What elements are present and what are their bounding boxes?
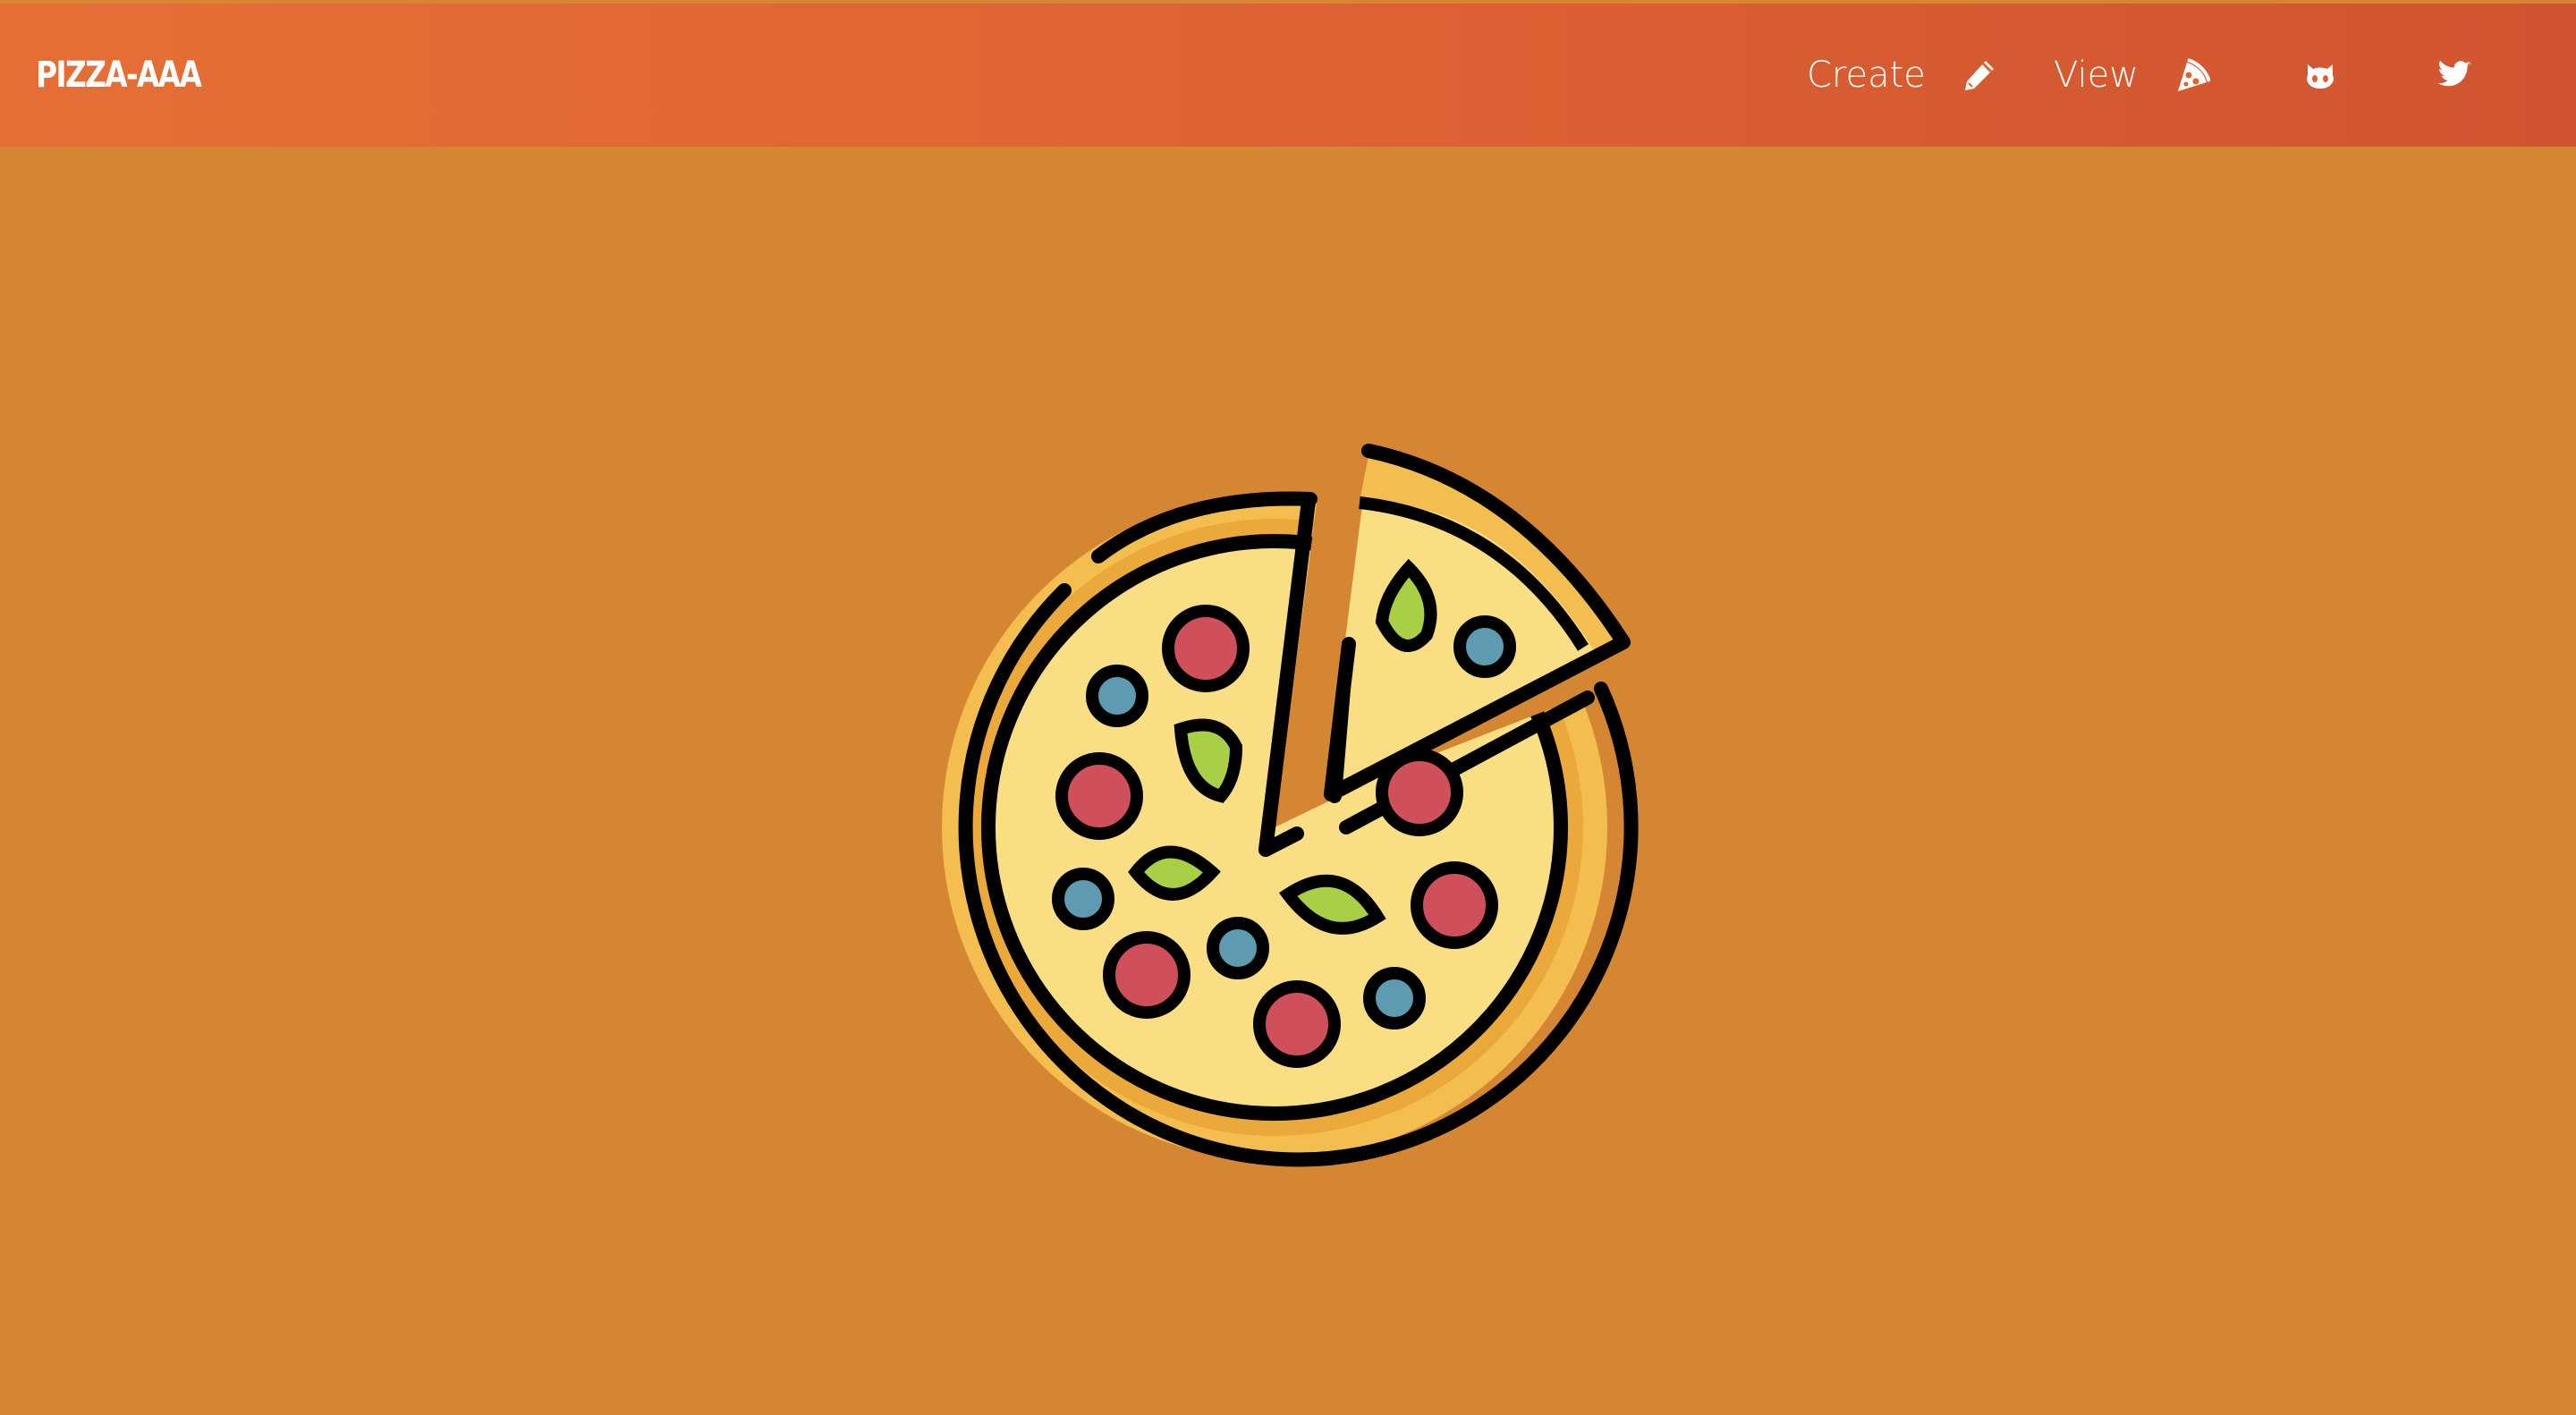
twitter-link[interactable]: [2436, 4, 2472, 147]
twitter-icon: [2436, 57, 2472, 93]
pencil-icon: [1962, 57, 1997, 93]
create-link[interactable]: Create: [1807, 4, 1997, 147]
pizza-slice-icon: [2174, 57, 2210, 93]
github-icon: [2302, 57, 2338, 93]
create-label: Create: [1807, 55, 1926, 96]
brand-logo[interactable]: PIZZA-AAA: [36, 4, 202, 147]
pizza-illustration: [912, 420, 1717, 1181]
github-link[interactable]: [2302, 4, 2338, 147]
view-link[interactable]: View: [2054, 4, 2210, 147]
top-navbar: PIZZA-AAA Create View: [0, 4, 2576, 147]
view-label: View: [2054, 55, 2139, 96]
